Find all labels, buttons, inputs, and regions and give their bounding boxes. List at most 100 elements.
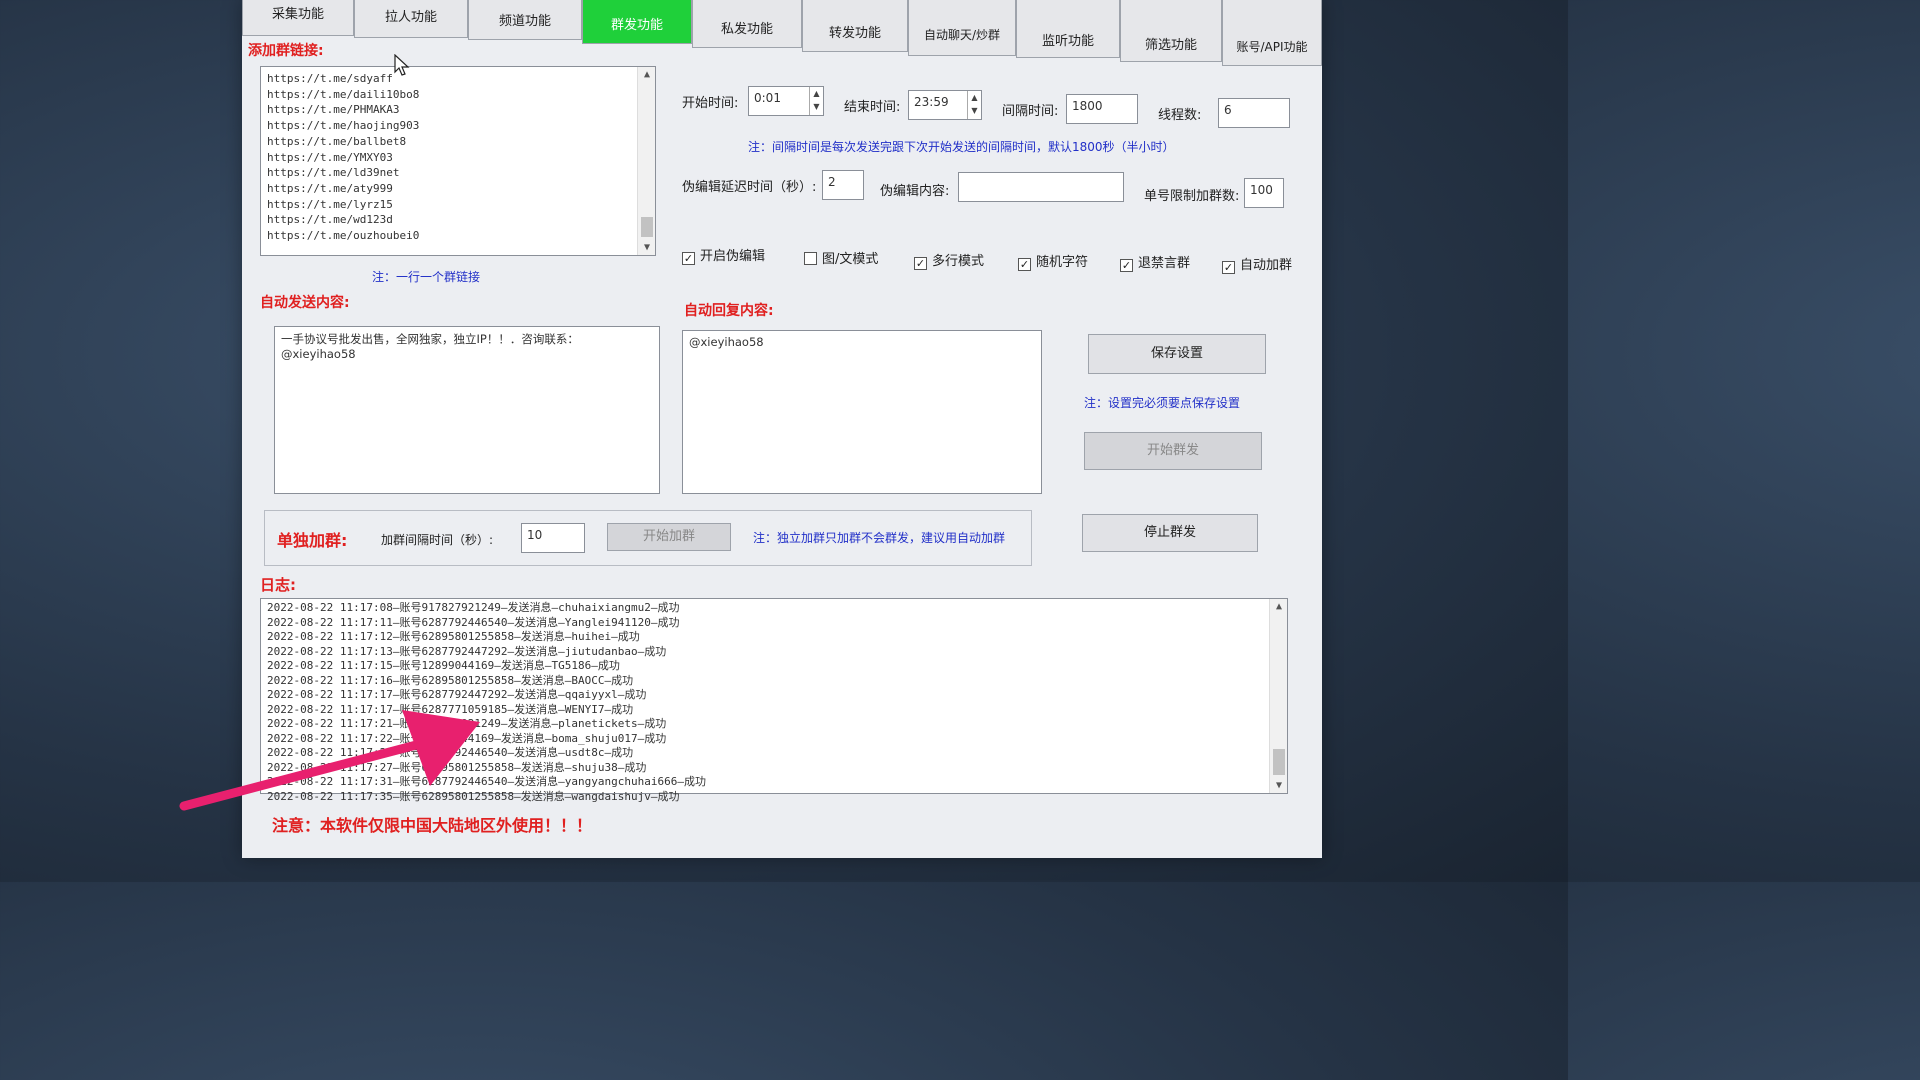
interval-label: 间隔时间: [1002, 104, 1059, 119]
join-limit-label: 单号限制加群数: [1144, 189, 1240, 204]
auto-send-line: @xieyihao58 [281, 347, 356, 361]
start-time-label: 开始时间: [682, 96, 739, 111]
start-join-button[interactable]: 开始加群 [607, 523, 731, 551]
tab-listen[interactable]: 监听功能 [1016, 0, 1120, 58]
join-limit-value: 100 [1250, 183, 1273, 197]
end-time-spinner[interactable]: ▲ ▼ [967, 91, 981, 119]
tab-invite[interactable]: 拉人功能 [354, 0, 468, 38]
group-link: https://t.me/ld39net [267, 166, 400, 180]
log-line: 2022-08-22 11:17:16—账号62895801255858—发送消… [267, 673, 634, 687]
fake-edit-delay-label: 伪编辑延迟时间（秒）: [682, 180, 817, 195]
scroll-up-icon[interactable]: ▲ [1270, 601, 1288, 612]
checkbox-label: 开启伪编辑 [700, 249, 766, 264]
single-join-title: 单独加群: [277, 531, 348, 550]
checkbox-label: 图/文模式 [822, 252, 879, 267]
log-line: 2022-08-22 11:17:15—账号12899044169—发送消息—T… [267, 659, 620, 672]
interval-note: 注：间隔时间是每次发送完跟下次开始发送的间隔时间，默认1800秒（半小时） [748, 140, 1175, 154]
group-link: https://t.me/ouzhoubei0 [267, 229, 420, 243]
links-scrollbar[interactable]: ▲ ▼ [637, 67, 655, 255]
save-settings-button[interactable]: 保存设置 [1088, 334, 1266, 374]
log-line: 2022-08-22 11:17:12—账号62895801255858—发送消… [267, 630, 640, 643]
group-link: https://t.me/aty999 [267, 181, 393, 195]
checkbox-label: 自动加群 [1240, 258, 1293, 273]
tab-channel[interactable]: 频道功能 [468, 0, 582, 40]
auto-reply-label: 自动回复内容: [684, 303, 774, 319]
checkbox-fake-edit[interactable]: ✓ 开启伪编辑 [682, 245, 765, 265]
log-line: 2022-08-22 11:17:08—账号917827921249—发送消息—… [267, 601, 680, 614]
checkbox-box[interactable]: ✓ [1120, 259, 1133, 272]
checkbox-box[interactable]: ✓ [682, 252, 695, 265]
group-links-textarea[interactable]: https://t.me/sdyaff https://t.me/daili10… [260, 66, 656, 256]
checkbox-label: 随机字符 [1036, 255, 1089, 270]
group-link: https://t.me/YMXY03 [267, 150, 393, 164]
log-line: 2022-08-22 11:17:13—账号6287792447292—发送消息… [267, 644, 667, 658]
single-join-note: 注：独立加群只加群不会群发，建议用自动加群 [753, 531, 1006, 545]
single-join-panel: 单独加群: 加群间隔时间（秒）: 10 开始加群 注：独立加群只加群不会群发，建… [264, 510, 1032, 566]
checkbox-label: 退禁言群 [1138, 256, 1191, 271]
group-link: https://t.me/lyrz15 [267, 197, 393, 211]
start-broadcast-button[interactable]: 开始群发 [1084, 432, 1262, 470]
start-time-input[interactable]: 0:01 ▲ ▼ [748, 86, 824, 116]
tab-auto-chat[interactable]: 自动聊天/炒群 [908, 0, 1016, 56]
scroll-down-icon[interactable]: ▼ [1270, 780, 1288, 791]
scroll-thumb[interactable] [1273, 749, 1285, 775]
group-link: https://t.me/PHMAKA3 [267, 103, 400, 117]
join-limit-input[interactable]: 100 [1244, 178, 1284, 208]
end-time-label: 结束时间: [844, 100, 901, 115]
group-link: https://t.me/sdyaff [267, 72, 393, 85]
checkbox-box[interactable]: ✓ [1222, 261, 1235, 274]
interval-value: 1800 [1072, 99, 1103, 113]
end-time-input[interactable]: 23:59 ▲ ▼ [908, 90, 982, 120]
tab-forward[interactable]: 转发功能 [802, 0, 908, 52]
auto-send-textarea[interactable]: 一手协议号批发出售，全网独家，独立IP！！．咨询联系： @xieyihao58 [274, 326, 660, 494]
annotation-arrow-icon [179, 710, 480, 811]
log-scrollbar[interactable]: ▲ ▼ [1269, 599, 1287, 793]
log-label: 日志: [260, 576, 296, 594]
interval-input[interactable]: 1800 [1066, 94, 1138, 124]
group-link: https://t.me/wd123d [267, 213, 393, 227]
log-line: 2022-08-22 11:17:11—账号6287792446540—发送消息… [267, 615, 680, 629]
auto-reply-textarea[interactable]: @xieyihao58 [682, 330, 1042, 494]
threads-label: 线程数: [1158, 108, 1202, 123]
single-join-interval-label: 加群间隔时间（秒）: [381, 533, 494, 547]
threads-input[interactable]: 6 [1218, 98, 1290, 128]
tab-account-api[interactable]: 账号/API功能 [1222, 0, 1322, 66]
fake-edit-delay-value: 2 [828, 175, 836, 189]
group-links-note: 注：一行一个群链接 [372, 270, 481, 284]
threads-value: 6 [1224, 103, 1232, 117]
checkbox-box[interactable]: ✓ [1018, 258, 1031, 271]
group-links-label: 添加群链接: [248, 43, 324, 59]
scroll-up-icon[interactable]: ▲ [638, 69, 656, 80]
end-time-value: 23:59 [914, 95, 949, 109]
checkbox-auto-join[interactable]: ✓ 自动加群 [1222, 254, 1292, 274]
save-settings-note: 注：设置完必须要点保存设置 [1084, 396, 1241, 410]
checkbox-leave-muted[interactable]: ✓ 退禁言群 [1120, 252, 1190, 272]
checkbox-multiline-mode[interactable]: ✓ 多行模式 [914, 250, 984, 270]
checkbox-image-text-mode[interactable]: 图/文模式 [804, 248, 878, 267]
auto-send-label: 自动发送内容: [260, 295, 350, 311]
group-link: https://t.me/ballbet8 [267, 134, 407, 148]
checkbox-random-chars[interactable]: ✓ 随机字符 [1018, 251, 1088, 271]
tab-collect[interactable]: 采集功能 [242, 0, 354, 36]
fake-edit-content-label: 伪编辑内容: [880, 184, 950, 199]
mouse-cursor-icon [394, 54, 410, 76]
single-join-interval-value: 10 [527, 528, 543, 542]
group-link: https://t.me/daili10bo8 [267, 87, 420, 101]
fake-edit-content-input[interactable] [958, 172, 1124, 202]
start-time-spinner[interactable]: ▲ ▼ [809, 87, 823, 115]
group-links-list: https://t.me/sdyaff https://t.me/daili10… [267, 71, 649, 244]
tab-filter[interactable]: 筛选功能 [1120, 0, 1222, 62]
tab-broadcast[interactable]: 群发功能 [582, 0, 692, 44]
single-join-interval-input[interactable]: 10 [521, 523, 585, 553]
auto-reply-line: @xieyihao58 [689, 335, 764, 349]
scroll-down-icon[interactable]: ▼ [638, 242, 656, 253]
group-link: https://t.me/haojing903 [267, 119, 420, 133]
start-time-value: 0:01 [754, 91, 781, 105]
fake-edit-delay-input[interactable]: 2 [822, 170, 864, 200]
checkbox-box[interactable] [804, 252, 817, 265]
auto-send-line: 一手协议号批发出售，全网独家，独立IP！！．咨询联系： [281, 332, 579, 346]
stop-broadcast-button[interactable]: 停止群发 [1082, 514, 1258, 552]
scroll-thumb[interactable] [641, 217, 653, 237]
tab-private[interactable]: 私发功能 [692, 0, 802, 48]
checkbox-box[interactable]: ✓ [914, 257, 927, 270]
